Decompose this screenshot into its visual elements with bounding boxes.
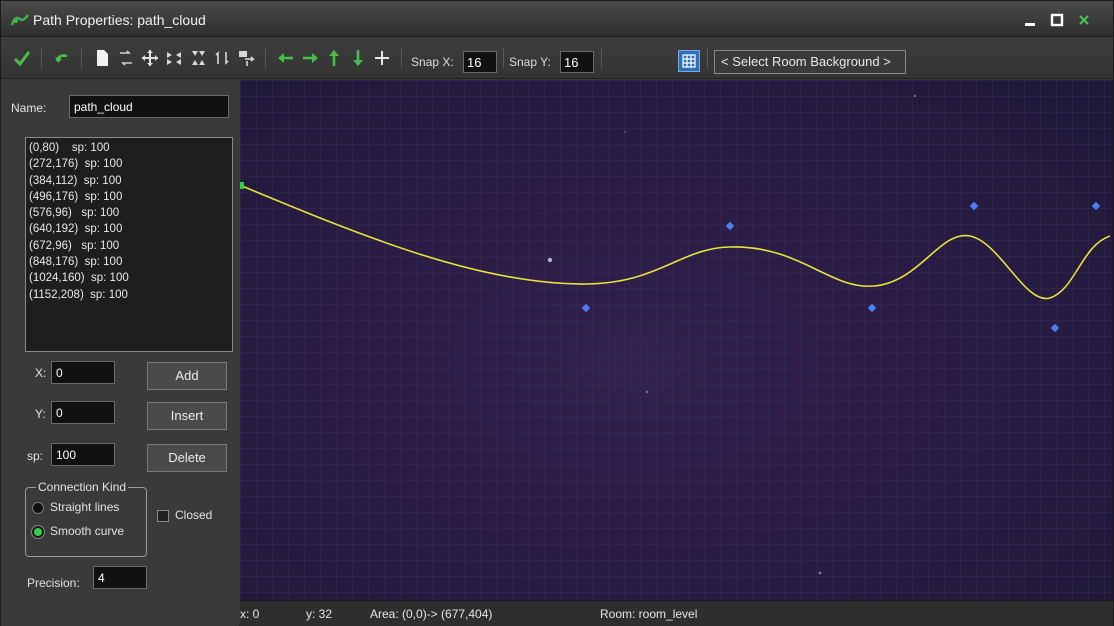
background-star: [818, 571, 822, 575]
scale-icon: [239, 51, 255, 66]
path-properties-window: Path Properties: path_cloud Snap X: 16 S…: [0, 0, 1114, 626]
y-input[interactable]: [51, 401, 115, 424]
undo-icon: [55, 54, 68, 63]
select-room-background-button[interactable]: < Select Room Background >: [714, 50, 906, 74]
rotate-icon: [215, 51, 229, 65]
snap-y-label: Snap Y:: [509, 55, 551, 69]
path-point-item[interactable]: (1024,160) sp: 100: [29, 270, 229, 286]
minimize-icon: [1025, 23, 1035, 26]
undo-button[interactable]: [51, 46, 73, 70]
reverse-path-button[interactable]: [115, 46, 137, 70]
flip-vertical-icon: [192, 51, 205, 65]
path-point-item[interactable]: (496,176) sp: 100: [29, 189, 229, 205]
maximize-icon: [1050, 13, 1064, 27]
name-label: Name:: [11, 101, 47, 115]
straight-lines-label[interactable]: Straight lines: [50, 500, 119, 514]
precision-label: Precision:: [27, 576, 80, 590]
app-logo-icon: [11, 14, 29, 26]
speed-input[interactable]: [51, 443, 115, 466]
path-canvas[interactable]: [240, 80, 1113, 600]
toggle-grid-button[interactable]: [678, 50, 700, 72]
reverse-icon: [120, 50, 132, 66]
shift-right-button[interactable]: [299, 46, 321, 70]
status-room: Room: room_level: [600, 607, 698, 621]
center-path-button[interactable]: [371, 46, 393, 70]
closed-checkbox[interactable]: [157, 510, 169, 522]
maximize-button[interactable]: [1044, 10, 1070, 30]
path-start-point[interactable]: [240, 182, 244, 189]
snap-x-label: Snap X:: [411, 55, 454, 69]
rotate-path-button[interactable]: [211, 46, 233, 70]
mirror-horizontal-icon: [167, 52, 181, 65]
new-document-icon: [97, 50, 108, 66]
precision-input[interactable]: [93, 566, 147, 589]
canvas-grid: [240, 80, 1113, 600]
properties-panel: Name: (0,80) sp: 100(272,176) sp: 100(38…: [1, 80, 239, 626]
arrow-up-icon: [329, 50, 339, 66]
title-bar: Path Properties: path_cloud: [1, 1, 1113, 37]
y-label: Y:: [35, 407, 46, 421]
smooth-curve-radio[interactable]: [32, 526, 44, 538]
flip-vertical-button[interactable]: [187, 46, 209, 70]
close-icon: [1079, 15, 1089, 25]
background-star: [547, 257, 553, 263]
shift-path-button[interactable]: [139, 46, 161, 70]
x-label: X:: [35, 366, 47, 380]
path-point-item[interactable]: (1152,208) sp: 100: [29, 287, 229, 303]
center-crosshair-icon: [375, 51, 389, 65]
grid-icon: [682, 54, 696, 68]
path-point-item[interactable]: (672,96) sp: 100: [29, 238, 229, 254]
straight-lines-radio[interactable]: [32, 502, 44, 514]
path-points-list[interactable]: (0,80) sp: 100 (272,176) sp: 100 (384,112)…: [25, 137, 233, 352]
window-title: Path Properties: path_cloud: [33, 12, 206, 28]
arrow-left-icon: [278, 53, 293, 63]
smooth-curve-label[interactable]: Smooth curve: [50, 524, 124, 538]
checkmark-icon: [13, 51, 31, 67]
move-icon: [142, 50, 158, 66]
connection-kind-label: Connection Kind: [36, 480, 129, 494]
insert-point-button[interactable]: Insert: [147, 402, 227, 430]
close-button[interactable]: [1071, 10, 1097, 30]
shift-down-button[interactable]: [347, 46, 369, 70]
add-point-button[interactable]: Add: [147, 362, 227, 390]
status-x: x: 0: [240, 607, 260, 621]
arrow-right-icon: [303, 53, 318, 63]
status-bar: x: 0 y: 32 Area: (0,0)-> (677,404) Room:…: [240, 600, 1113, 626]
background-star: [645, 390, 649, 394]
status-area: Area: (0,0)-> (677,404): [370, 607, 493, 621]
x-input[interactable]: [51, 361, 115, 384]
path-point-item[interactable]: (576,96) sp: 100: [29, 205, 229, 221]
connection-kind-group: Connection Kind Straight lines Smooth cu…: [25, 480, 147, 557]
closed-label[interactable]: Closed: [175, 508, 212, 522]
background-star: [913, 94, 917, 98]
path-point-item[interactable]: (0,80) sp: 100: [29, 140, 229, 156]
background-star: [624, 131, 626, 133]
speed-label: sp:: [27, 449, 44, 463]
path-point-item[interactable]: (640,192) sp: 100: [29, 221, 229, 237]
path-point-item[interactable]: (384,112) sp: 100: [29, 173, 229, 189]
path-point-item[interactable]: (848,176) sp: 100: [29, 254, 229, 270]
snap-y-input[interactable]: [560, 51, 594, 73]
scale-path-button[interactable]: [235, 46, 257, 70]
snap-x-input[interactable]: [463, 51, 497, 73]
toolbar: Snap X: Snap Y: < Select Room Background…: [1, 37, 1113, 79]
path-point-item[interactable]: (272,176) sp: 100: [29, 156, 229, 172]
ok-button[interactable]: [11, 46, 33, 70]
arrow-down-icon: [353, 50, 363, 66]
shift-up-button[interactable]: [323, 46, 345, 70]
mirror-horizontal-button[interactable]: [163, 46, 185, 70]
minimize-button[interactable]: [1017, 10, 1043, 30]
path-name-input[interactable]: [69, 95, 229, 118]
shift-left-button[interactable]: [275, 46, 297, 70]
path-editor-svg[interactable]: [240, 80, 1113, 600]
delete-point-button[interactable]: Delete: [147, 444, 227, 472]
status-y: y: 32: [306, 607, 333, 621]
clear-path-button[interactable]: [91, 46, 113, 70]
